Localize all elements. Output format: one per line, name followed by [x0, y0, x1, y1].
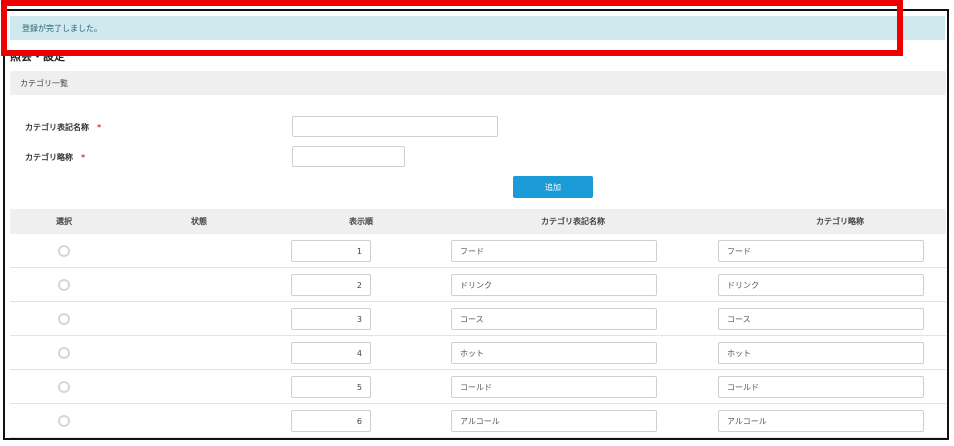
- header-status: 状態: [191, 217, 207, 226]
- order-input[interactable]: 4: [291, 342, 371, 364]
- required-mark: *: [97, 123, 102, 132]
- table-row: 6 アルコール アルコール: [10, 404, 946, 438]
- short-name-label: カテゴリ略称 *: [25, 152, 85, 163]
- display-name-cell-input[interactable]: コールド: [451, 376, 657, 398]
- add-button[interactable]: 追加: [513, 176, 593, 198]
- section-header: カテゴリ一覧: [10, 71, 946, 95]
- table-row: 4 ホット ホット: [10, 336, 946, 370]
- header-order: 表示順: [349, 217, 373, 226]
- short-name-cell-input[interactable]: フード: [718, 240, 924, 262]
- order-input[interactable]: 5: [291, 376, 371, 398]
- display-name-label: カテゴリ表記名称 *: [25, 122, 101, 133]
- short-name-cell-input[interactable]: コース: [718, 308, 924, 330]
- short-name-cell-input[interactable]: ドリンク: [718, 274, 924, 296]
- display-name-cell-input[interactable]: フード: [451, 240, 657, 262]
- display-name-cell-input[interactable]: ホット: [451, 342, 657, 364]
- highlight-annotation-box: [1, 0, 903, 56]
- table-header: 選択 状態 表示順 カテゴリ表記名称 カテゴリ略称: [10, 209, 946, 234]
- header-short-name: カテゴリ略称: [816, 217, 864, 226]
- row-select-radio[interactable]: [58, 347, 70, 359]
- row-select-radio[interactable]: [58, 245, 70, 257]
- row-select-radio[interactable]: [58, 381, 70, 393]
- short-name-input[interactable]: [292, 146, 405, 167]
- row-select-radio[interactable]: [58, 313, 70, 325]
- table-row: 2 ドリンク ドリンク: [10, 268, 946, 302]
- row-select-radio[interactable]: [58, 415, 70, 427]
- display-name-cell-input[interactable]: アルコール: [451, 410, 657, 432]
- order-input[interactable]: 3: [291, 308, 371, 330]
- order-input[interactable]: 1: [291, 240, 371, 262]
- header-select: 選択: [56, 217, 72, 226]
- order-input[interactable]: 6: [291, 410, 371, 432]
- header-display-name: カテゴリ表記名称: [541, 217, 605, 226]
- short-name-cell-input[interactable]: コールド: [718, 376, 924, 398]
- required-mark: *: [81, 153, 86, 162]
- display-name-label-text: カテゴリ表記名称: [25, 123, 89, 132]
- table-row: 1 フード フード: [10, 234, 946, 268]
- order-input[interactable]: 2: [291, 274, 371, 296]
- table-row: 3 コース コース: [10, 302, 946, 336]
- row-select-radio[interactable]: [58, 279, 70, 291]
- display-name-cell-input[interactable]: ドリンク: [451, 274, 657, 296]
- short-name-cell-input[interactable]: ホット: [718, 342, 924, 364]
- short-name-label-text: カテゴリ略称: [25, 153, 73, 162]
- section-title: カテゴリ一覧: [20, 78, 68, 88]
- display-name-cell-input[interactable]: コース: [451, 308, 657, 330]
- display-name-input[interactable]: [292, 116, 498, 137]
- short-name-cell-input[interactable]: アルコール: [718, 410, 924, 432]
- table-row: 5 コールド コールド: [10, 370, 946, 404]
